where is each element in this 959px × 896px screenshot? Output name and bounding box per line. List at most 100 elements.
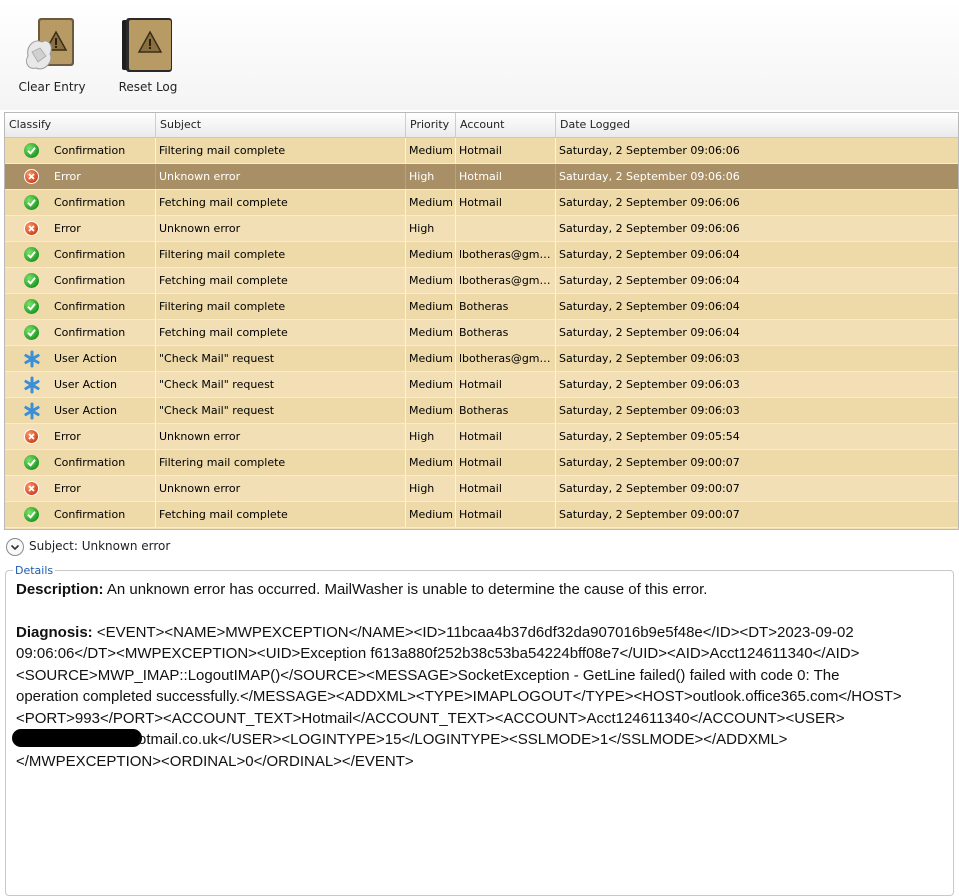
column-header-account[interactable]: Account [456,113,556,137]
table-row[interactable]: Error Unknown error High Hotmail Saturday, 2… [5,424,958,450]
description-text: An unknown error has occurred. MailWashe… [103,581,708,598]
check-icon [24,273,39,288]
date-cell: Saturday, 2 September 09:00:07 [556,450,958,475]
date-cell: Saturday, 2 September 09:06:03 [556,346,958,371]
error-icon [24,481,39,496]
account-cell [456,216,556,241]
error-icon [24,429,39,444]
subject-cell: Fetching mail complete [156,320,406,345]
reset-log-button[interactable]: Reset Log [103,16,193,102]
chevron-down-icon [10,544,20,551]
date-cell: Saturday, 2 September 09:06:03 [556,372,958,397]
description-label: Description: [16,581,104,598]
table-row[interactable]: Confirmation Filtering mail complete Mediu… [5,242,958,268]
column-header-date-logged[interactable]: Date Logged [556,113,958,137]
priority-cell: Medium [406,346,456,371]
account-cell: Hotmail [456,502,556,527]
error-icon [24,221,39,236]
reset-log-icon [122,18,172,72]
priority-cell: High [406,216,456,241]
check-icon [24,299,39,314]
date-cell: Saturday, 2 September 09:06:03 [556,398,958,423]
table-row[interactable]: Confirmation Fetching mail complete Medium… [5,190,958,216]
priority-cell: Medium [406,242,456,267]
subject-cell: Fetching mail complete [156,268,406,293]
date-cell: Saturday, 2 September 09:00:07 [556,502,958,527]
account-cell: Hotmail [456,450,556,475]
date-cell: Saturday, 2 September 09:06:04 [556,294,958,319]
toolbar: Clear Entry Reset Log [0,0,959,110]
date-cell: Saturday, 2 September 09:06:04 [556,268,958,293]
check-icon [24,195,39,210]
account-cell: lbotheras@gmail.... [456,268,556,293]
subject-cell: "Check Mail" request [156,372,406,397]
table-row[interactable]: Confirmation Fetching mail complete Medium… [5,268,958,294]
priority-cell: Medium [406,502,456,527]
column-header-priority[interactable]: Priority [406,113,456,137]
diagnosis-label: Diagnosis: [16,623,93,641]
account-cell: Botheras [456,294,556,319]
check-icon [24,143,39,158]
date-cell: Saturday, 2 September 09:06:06 [556,138,958,163]
account-cell: Hotmail [456,372,556,397]
account-cell: lbotheras@gmail.... [456,346,556,371]
account-cell: Hotmail [456,138,556,163]
table-row[interactable]: User Action "Check Mail" request Medium lbo… [5,346,958,372]
date-cell: Saturday, 2 September 09:06:04 [556,320,958,345]
table-row[interactable]: Confirmation Fetching mail complete Medium… [5,502,958,528]
diagnosis-text-start: <EVENT><NAME>MWPEXCEPTION</NAME><ID>11bc… [16,623,902,727]
date-cell: Saturday, 2 September 09:06:06 [556,216,958,241]
clear-entry-button[interactable]: Clear Entry [7,16,97,102]
priority-cell: High [406,164,456,189]
date-cell: Saturday, 2 September 09:06:06 [556,190,958,215]
check-icon [24,247,39,262]
table-row[interactable]: User Action "Check Mail" request Medium Bot… [5,398,958,424]
table-row[interactable]: User Action "Check Mail" request Medium Hot… [5,372,958,398]
subject-cell: Unknown error [156,424,406,449]
subject-summary: Subject: Unknown error [29,539,171,553]
description: Description: An unknown error has occurr… [16,579,943,601]
diagnosis: Diagnosis: <EVENT><NAME>MWPEXCEPTION</NA… [12,622,906,773]
subject-cell: "Check Mail" request [156,398,406,423]
priority-cell: Medium [406,320,456,345]
column-header-classify[interactable]: Classify [5,113,156,137]
subject-cell: Filtering mail complete [156,294,406,319]
date-cell: Saturday, 2 September 09:06:06 [556,164,958,189]
subject-cell: "Check Mail" request [156,346,406,371]
priority-cell: Medium [406,450,456,475]
date-cell: Saturday, 2 September 09:00:07 [556,476,958,501]
check-icon [24,455,39,470]
subject-cell: Fetching mail complete [156,502,406,527]
priority-cell: Medium [406,268,456,293]
user-action-asterisk-icon [23,376,41,394]
clear-entry-label: Clear Entry [18,80,86,94]
expand-details-button[interactable] [6,538,24,556]
priority-cell: High [406,476,456,501]
date-cell: Saturday, 2 September 09:05:54 [556,424,958,449]
table-row[interactable]: Error Unknown error High Hotmail Saturday, 2… [5,164,958,190]
account-cell: Botheras [456,398,556,423]
table-row[interactable]: Confirmation Filtering mail complete Mediu… [5,294,958,320]
table-row[interactable]: Confirmation Filtering mail complete Mediu… [5,138,958,164]
table-row[interactable]: Error Unknown error High Hotmail Saturday, 2… [5,476,958,502]
details-label: Details [13,564,56,577]
redaction-mark [12,729,142,747]
table-row[interactable]: Confirmation Filtering mail complete Mediu… [5,450,958,476]
details-panel[interactable]: Description: An unknown error has occurr… [5,570,954,896]
column-header-subject[interactable]: Subject [156,113,406,137]
user-action-asterisk-icon [23,402,41,420]
subject-cell: Filtering mail complete [156,138,406,163]
table-row[interactable]: Confirmation Fetching mail complete Medium… [5,320,958,346]
priority-cell: Medium [406,190,456,215]
account-cell: Hotmail [456,164,556,189]
account-cell: Hotmail [456,476,556,501]
table-row[interactable]: Error Unknown error High Saturday, 2 Septem… [5,216,958,242]
account-cell: Hotmail [456,190,556,215]
priority-cell: Medium [406,398,456,423]
account-cell: Botheras [456,320,556,345]
check-icon [24,507,39,522]
subject-cell: Filtering mail complete [156,242,406,267]
date-cell: Saturday, 2 September 09:06:04 [556,242,958,267]
priority-cell: High [406,424,456,449]
subject-cell: Unknown error [156,216,406,241]
